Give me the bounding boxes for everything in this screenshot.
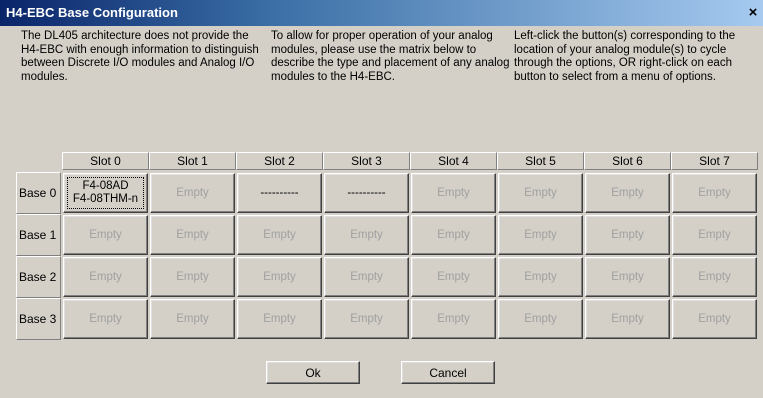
slot-label-line1: Empty [89, 228, 122, 241]
slot-button-base1-slot0[interactable]: Empty [63, 215, 148, 255]
slot-label-line1: ---------- [347, 186, 386, 199]
row-header-base-1: Base 1 [16, 214, 61, 256]
column-header-slot-6: Slot 6 [584, 152, 671, 170]
cancel-button[interactable]: Cancel [401, 361, 495, 384]
slot-button-base1-slot6[interactable]: Empty [585, 215, 670, 255]
slot-label-line1: Empty [698, 186, 731, 199]
window-title: H4-EBC Base Configuration [6, 5, 178, 20]
slot-label-line1: Empty [89, 312, 122, 325]
slot-button-base1-slot2[interactable]: Empty [237, 215, 322, 255]
slot-button-base2-slot5[interactable]: Empty [498, 257, 583, 297]
slot-label-line1: Empty [350, 312, 383, 325]
column-header-slot-2: Slot 2 [236, 152, 323, 170]
slot-label-line2: F4-08THM-n [72, 193, 139, 205]
slot-label-line1: Empty [176, 312, 209, 325]
slot-button-base3-slot2[interactable]: Empty [237, 299, 322, 339]
slot-button-base3-slot1[interactable]: Empty [150, 299, 235, 339]
slot-label-line1: Empty [611, 270, 644, 283]
slot-button-base0-slot0[interactable]: F4-08AD F4-08THM-n [63, 173, 148, 213]
slot-label-line1: Empty [437, 312, 470, 325]
slot-button-base2-slot1[interactable]: Empty [150, 257, 235, 297]
slot-button-base3-slot7[interactable]: Empty [672, 299, 757, 339]
slot-button-base3-slot6[interactable]: Empty [585, 299, 670, 339]
slot-label-line1: Empty [176, 186, 209, 199]
instruction-text-3: Left-click the button(s) corresponding t… [514, 30, 736, 83]
slot-button-base1-slot7[interactable]: Empty [672, 215, 757, 255]
slot-label-line1: Empty [89, 270, 122, 283]
slot-button-base0-slot4[interactable]: Empty [411, 173, 496, 213]
slot-label-line1: Empty [524, 312, 557, 325]
slot-label-line1: Empty [524, 186, 557, 199]
slot-button-base0-slot6[interactable]: Empty [585, 173, 670, 213]
slot-label-line1: Empty [437, 270, 470, 283]
slot-button-base0-slot2[interactable]: ---------- [237, 173, 322, 213]
slot-button-base1-slot5[interactable]: Empty [498, 215, 583, 255]
slot-label-line1: Empty [176, 228, 209, 241]
slot-button-base1-slot3[interactable]: Empty [324, 215, 409, 255]
row-header-base-0: Base 0 [16, 172, 61, 214]
slot-button-base3-slot5[interactable]: Empty [498, 299, 583, 339]
slot-button-base2-slot2[interactable]: Empty [237, 257, 322, 297]
column-header-slot-0: Slot 0 [62, 152, 149, 170]
row-header-base-2: Base 2 [16, 256, 61, 298]
slot-button-base0-slot3[interactable]: ---------- [324, 173, 409, 213]
slot-label-line1: Empty [437, 186, 470, 199]
slot-button-base3-slot3[interactable]: Empty [324, 299, 409, 339]
slot-label-line1: Empty [350, 228, 383, 241]
slot-label-line1: Empty [524, 270, 557, 283]
slot-label-line1: Empty [611, 186, 644, 199]
slot-label-line1: ---------- [260, 186, 299, 199]
slot-label-line1: F4-08AD [82, 180, 129, 192]
config-dialog: H4-EBC Base Configuration × The DL405 ar… [0, 0, 763, 398]
column-header-slot-5: Slot 5 [497, 152, 584, 170]
column-header-slot-7: Slot 7 [671, 152, 758, 170]
instruction-text-1: The DL405 architecture does not provide … [21, 30, 259, 83]
slot-label-line1: Empty [611, 228, 644, 241]
slot-label-line1: Empty [698, 270, 731, 283]
slot-button-base1-slot4[interactable]: Empty [411, 215, 496, 255]
slot-label-line1: Empty [263, 312, 296, 325]
slot-label-line1: Empty [176, 270, 209, 283]
slot-label-line1: Empty [524, 228, 557, 241]
slot-label-line1: Empty [437, 228, 470, 241]
slot-button-base3-slot4[interactable]: Empty [411, 299, 496, 339]
slot-button-base0-slot7[interactable]: Empty [672, 173, 757, 213]
slot-button-base2-slot4[interactable]: Empty [411, 257, 496, 297]
column-header-slot-1: Slot 1 [149, 152, 236, 170]
slot-button-base2-slot6[interactable]: Empty [585, 257, 670, 297]
slot-button-base2-slot3[interactable]: Empty [324, 257, 409, 297]
slot-label-line1: Empty [698, 228, 731, 241]
slot-label-line1: Empty [350, 270, 383, 283]
slot-label-line1: Empty [698, 312, 731, 325]
slot-label-line1: Empty [263, 270, 296, 283]
slot-button-base1-slot1[interactable]: Empty [150, 215, 235, 255]
row-header-base-3: Base 3 [16, 298, 61, 340]
slot-label-line1: Empty [611, 312, 644, 325]
title-bar[interactable]: H4-EBC Base Configuration [0, 0, 763, 26]
slot-label-line1: Empty [263, 228, 296, 241]
column-header-slot-3: Slot 3 [323, 152, 410, 170]
slot-button-base0-slot1[interactable]: Empty [150, 173, 235, 213]
slot-button-base2-slot7[interactable]: Empty [672, 257, 757, 297]
column-header-slot-4: Slot 4 [410, 152, 497, 170]
instruction-text-2: To allow for proper operation of your an… [271, 30, 510, 83]
ok-button[interactable]: Ok [266, 361, 360, 384]
slot-button-base2-slot0[interactable]: Empty [63, 257, 148, 297]
slot-button-base0-slot5[interactable]: Empty [498, 173, 583, 213]
slot-button-base3-slot0[interactable]: Empty [63, 299, 148, 339]
close-icon[interactable]: × [745, 4, 761, 22]
